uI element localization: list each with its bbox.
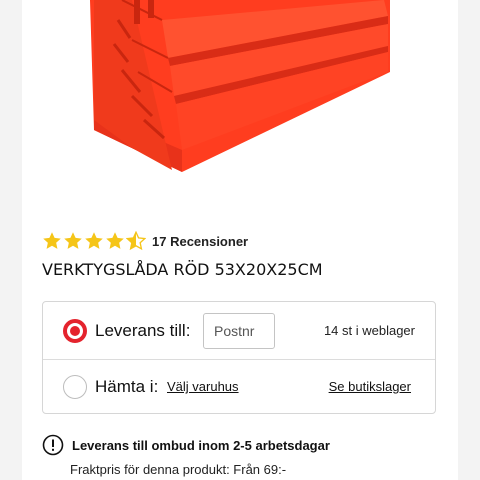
exclamation-circle-icon [42,434,64,456]
store-stock-link[interactable]: Se butikslager [329,379,411,394]
pickup-radio[interactable] [63,374,87,399]
star-full-icon [64,232,82,249]
delivery-option-row[interactable]: Leverans till: 14 st i weblager [43,302,435,360]
star-full-icon [106,232,124,249]
delivery-info: Leverans till ombud inom 2-5 arbetsdagar [42,434,330,456]
delivery-options: Leverans till: 14 st i weblager Hämta i:… [42,301,436,414]
pickup-option-row[interactable]: Hämta i: Välj varuhus Se butikslager [43,359,435,414]
delivery-note: Leverans till ombud inom 2-5 arbetsdagar [72,437,330,453]
delivery-label: Leverans till: [95,320,191,340]
product-image [90,0,390,172]
star-half-icon [126,231,146,251]
choose-store-link[interactable]: Välj varuhus [167,379,239,394]
pickup-label: Hämta i: [95,376,159,396]
star-rating [42,231,146,251]
delivery-radio[interactable] [63,318,87,343]
postal-code-input[interactable] [203,313,275,349]
review-count-link[interactable]: 17 Recensioner [152,234,248,249]
star-full-icon [85,232,103,249]
shipping-price: Fraktpris för denna produkt: Från 69:- [70,462,287,477]
rating[interactable]: 17 Recensioner [42,228,248,254]
web-stock-text: 14 st i weblager [323,323,415,338]
product-page: 17 Recensioner VERKTYGSLÅDA RÖD 53X20X25… [22,0,458,480]
product-title: VERKTYGSLÅDA RÖD 53X20X25CM [42,260,323,279]
star-full-icon [43,232,61,249]
